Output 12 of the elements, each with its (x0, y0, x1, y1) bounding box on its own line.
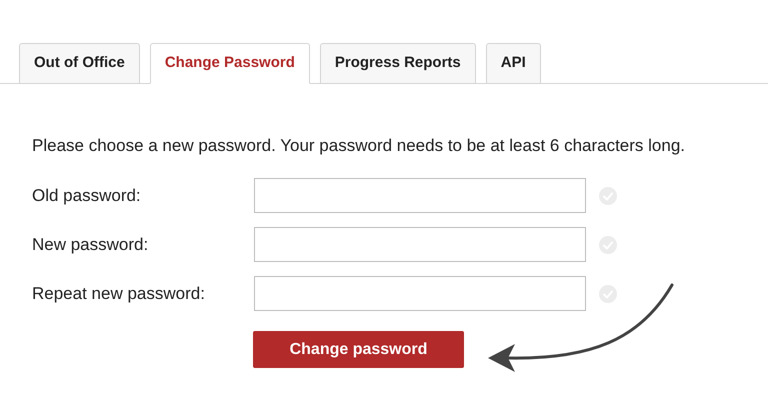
change-password-button[interactable]: Change password (253, 331, 464, 368)
field-label: Old password: (32, 184, 142, 207)
password-field[interactable] (254, 276, 586, 311)
tab[interactable]: API (486, 43, 541, 83)
tab[interactable]: Change Password (150, 43, 310, 84)
intro-text: Please choose a new password. Your password needs to be at least 6 characters long. (32, 135, 686, 157)
field-label: Repeat new password: (32, 282, 206, 305)
field-label: New password: (32, 234, 150, 256)
password-field[interactable] (254, 178, 586, 213)
tab[interactable]: Progress Reports (320, 43, 476, 83)
tab[interactable]: Out of Office (19, 43, 140, 83)
password-field[interactable] (254, 227, 586, 262)
